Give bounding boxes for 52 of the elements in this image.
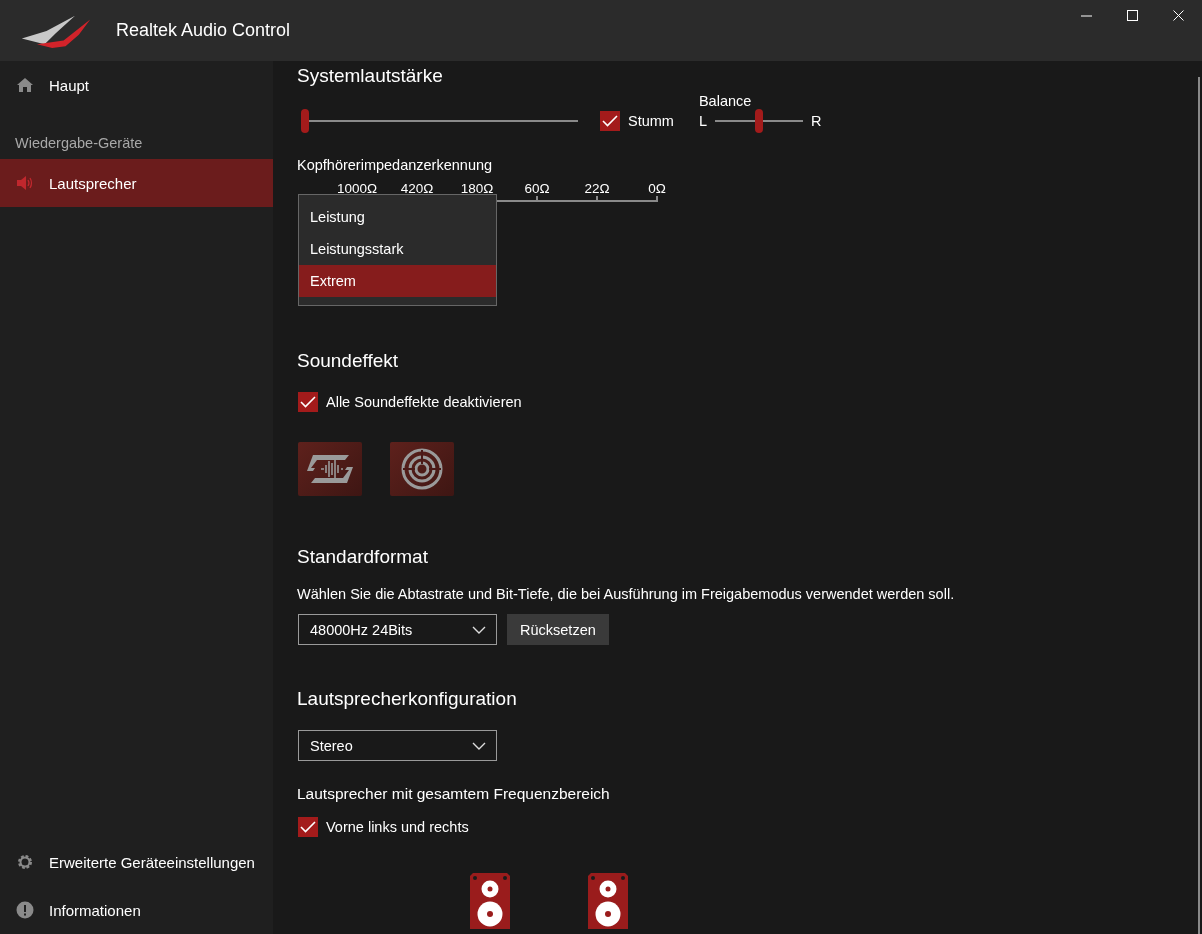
settings-icon bbox=[16, 853, 34, 871]
slider-thumb[interactable] bbox=[301, 109, 309, 133]
menu-item[interactable]: Extrem bbox=[299, 265, 496, 297]
target-icon bbox=[401, 448, 443, 490]
chevron-icon bbox=[472, 741, 486, 750]
checkbox[interactable] bbox=[298, 817, 318, 837]
scale-label: 180Ω bbox=[460, 181, 494, 196]
checkbox[interactable] bbox=[600, 111, 620, 131]
scrollbar[interactable] bbox=[1198, 77, 1200, 934]
checkbox-label: Vorne links und rechts bbox=[326, 819, 469, 835]
section-label: Wiedergabe-Geräte bbox=[14, 134, 144, 153]
checkbox-label: Alle Soundeffekte deaktivieren bbox=[326, 394, 522, 410]
menu-item[interactable]: Leistungsstark bbox=[299, 233, 496, 265]
description-text: Wählen Sie die Abtastrate und Bit-Tiefe, die bei Ausführung im Freigabemodus verwendet werden soll. bbox=[297, 586, 955, 602]
maximize-icon bbox=[1127, 10, 1139, 22]
effect-button[interactable] bbox=[298, 442, 362, 496]
balance-label: Balance bbox=[698, 93, 753, 109]
sidebar-item[interactable]: Erweiterte Geräteeinstellungen bbox=[0, 838, 273, 886]
chevron-icon bbox=[472, 625, 486, 634]
close-icon bbox=[1173, 10, 1185, 22]
home-icon bbox=[16, 77, 34, 93]
sidebar-item[interactable]: Lautsprecher bbox=[0, 159, 273, 207]
reset-button[interactable]: Rücksetzen bbox=[507, 614, 609, 645]
window-title: Realtek Audio Control bbox=[116, 20, 291, 41]
config-dropdown[interactable]: Stereo bbox=[298, 730, 497, 761]
section-subtitle: Kopfhörerimpedanzerkennung bbox=[297, 157, 493, 173]
scale-label: 420Ω bbox=[400, 181, 434, 196]
sidebar-item[interactable]: Informationen bbox=[0, 886, 273, 934]
balance-slider[interactable] bbox=[715, 109, 803, 133]
section-title: Lautsprecherkonfiguration bbox=[297, 688, 517, 710]
left-label: L bbox=[698, 113, 707, 129]
scale-label: 0Ω bbox=[648, 181, 666, 196]
checkbox[interactable] bbox=[298, 392, 318, 412]
exclamation-icon bbox=[16, 901, 34, 919]
section-title: Soundeffekt bbox=[297, 350, 399, 372]
section-title: Standardformat bbox=[297, 546, 428, 568]
menu-item[interactable]: Leistung bbox=[299, 201, 496, 233]
right-label: R bbox=[811, 113, 822, 129]
checkbox-label: Stumm bbox=[628, 113, 674, 129]
speaker-icon bbox=[470, 873, 510, 929]
slider-thumb[interactable] bbox=[755, 109, 763, 133]
section-subtitle: Lautsprecher mit gesamtem Frequenzbereich bbox=[297, 785, 610, 803]
volume-slider[interactable] bbox=[301, 109, 578, 133]
effect-button[interactable] bbox=[390, 442, 454, 496]
speaker-icon bbox=[588, 873, 628, 929]
speaker-icon bbox=[16, 175, 34, 191]
format-dropdown[interactable]: 48000Hz 24Bits bbox=[298, 614, 497, 645]
section-title: Systemlautstärke bbox=[297, 65, 443, 87]
scale-label: 1000Ω bbox=[336, 181, 378, 196]
scale-label: 22Ω bbox=[584, 181, 610, 196]
sidebar-item[interactable]: Haupt bbox=[0, 61, 273, 109]
scale-label: 60Ω bbox=[524, 181, 550, 196]
